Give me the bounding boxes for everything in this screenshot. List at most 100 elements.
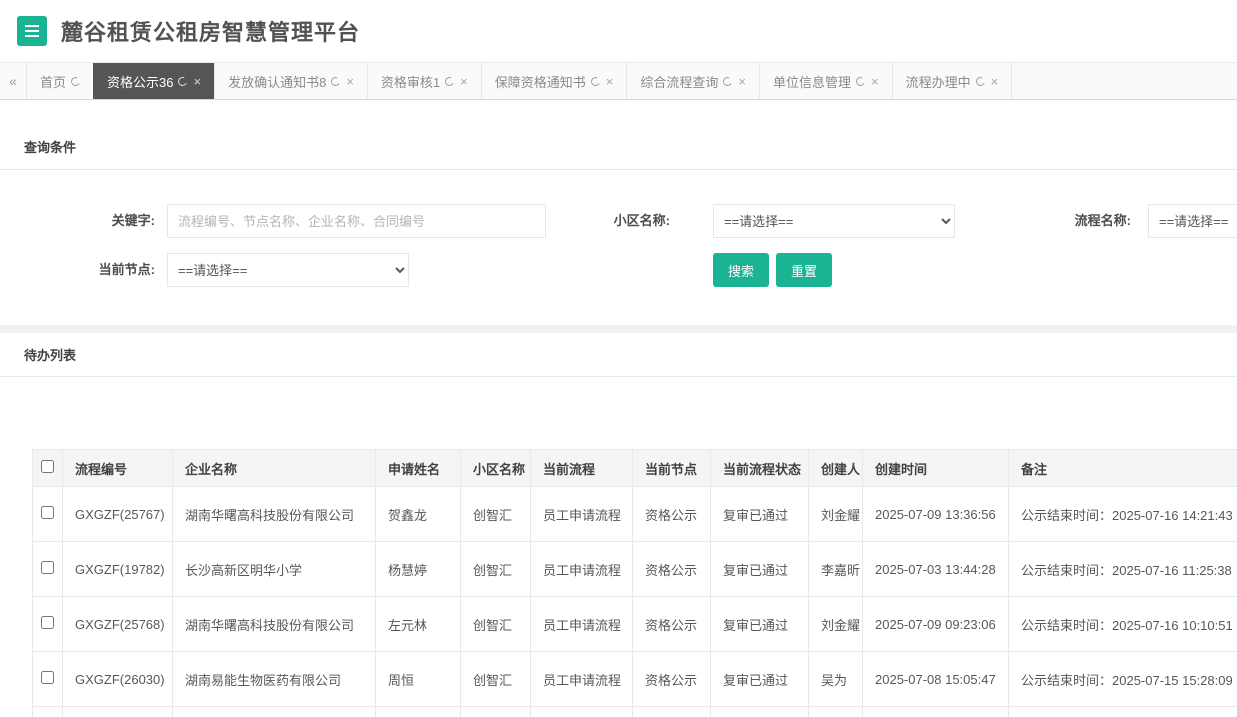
tab-label: 流程办理中	[905, 74, 971, 90]
cell-community-name: 创智汇	[460, 596, 531, 652]
tab-label: 资格审核1	[380, 74, 441, 90]
tab-item-5[interactable]: 综合流程查询 ×	[626, 63, 759, 99]
tab-refresh-icon[interactable]	[854, 75, 867, 87]
tab-refresh-icon[interactable]	[443, 75, 456, 87]
cell-creator: 刘金耀	[808, 486, 863, 542]
todo-table: 流程编号 企业名称 申请姓名 小区名称 当前流程 当前节点 当前流程状态 创建人 创建时间 备注 …	[32, 449, 1237, 717]
tab-close-icon[interactable]: ×	[346, 75, 354, 88]
cell-flow-status: 复审已通过	[710, 651, 809, 707]
tab-label: 保障资格通知书	[494, 74, 586, 90]
cell-company-name: 湖南华曙高科技股份有限公司	[172, 486, 376, 542]
table-row: GXGZF(19782) 长沙高新区明华小学 杨慧婷 创智汇 员工申请流程 资格公示 复审已…	[32, 541, 1237, 597]
cell-create-time: 2025-07-09 13:36:56	[862, 486, 1009, 542]
cell-current-node: 资格公示	[632, 486, 711, 542]
cell-company-name: 长沙高新区明华小学	[172, 541, 376, 597]
table-row: GXGZF(26030) 湖南易能生物医药有限公司 周恒 创智汇 员工申请流程 资格公示复…	[32, 651, 1237, 707]
panel-divider	[0, 325, 1237, 333]
tab-close-icon[interactable]: ×	[606, 75, 614, 88]
tab-item-3[interactable]: 资格审核1 ×	[366, 63, 481, 99]
tab-item-6[interactable]: 单位信息管理 ×	[758, 63, 892, 99]
tabs-scroll-left-icon[interactable]: «	[0, 63, 26, 99]
hamburger-menu-icon[interactable]	[17, 16, 47, 46]
tab-refresh-icon[interactable]	[177, 75, 189, 87]
tab-close-icon[interactable]: ×	[738, 75, 746, 88]
cell-create-time: 2025-07-09 09:23:06	[862, 596, 1009, 652]
cell-creator: 李嘉昕	[808, 541, 863, 597]
keyword-input[interactable]	[167, 204, 546, 238]
current-node-select[interactable]: ==请选择==	[167, 253, 409, 287]
tab-refresh-icon[interactable]	[69, 75, 82, 87]
select-all-checkbox[interactable]	[41, 460, 54, 473]
column-header-remark: 备注	[1008, 449, 1237, 487]
cell-remark: 公示结束时间：2025-07-15 15:28:09	[1008, 651, 1237, 707]
row-checkbox-cell	[32, 651, 63, 707]
cell-current-flow: 员工申请流程	[530, 486, 633, 542]
table-row: GXGZF(25768) 湖南华曙高科技股份有限公司 左元林 创智汇 员工申请流程 资格公…	[32, 596, 1237, 652]
column-header-current-flow: 当前流程	[530, 449, 633, 487]
table-row-partial	[32, 706, 1237, 717]
cell-current-node: 资格公示	[632, 651, 711, 707]
select-all-cell	[32, 449, 63, 487]
tab-refresh-icon[interactable]	[330, 75, 342, 87]
column-header-current-node: 当前节点	[632, 449, 711, 487]
tab-close-icon[interactable]: ×	[871, 75, 879, 88]
tabbar: « 首页 资格公示36 × 发放确认通知书8 × 资格审核1 × 保障资格通知书 × 综合流程查询…	[0, 62, 1237, 100]
cell-process-no: GXGZF(25768)	[62, 596, 173, 652]
column-header-process-no: 流程编号	[62, 449, 173, 487]
page: 麓谷租赁公租房智慧管理平台 « 首页 资格公示36 × 发放确认通知书8 × 资格审核1 ×…	[0, 0, 1237, 717]
tab-item-0[interactable]: 首页	[26, 63, 93, 99]
cell-applicant-name: 贺鑫龙	[375, 486, 461, 542]
row-checkbox-cell	[32, 486, 63, 542]
reset-button[interactable]: 重置	[776, 253, 833, 287]
row-checkbox[interactable]	[41, 616, 54, 629]
tab-label: 综合流程查询	[640, 74, 719, 90]
tabs: 首页 资格公示36 × 发放确认通知书8 × 资格审核1 × 保障资格通知书 × 综合流程查询 × 单…	[26, 63, 1013, 99]
tab-refresh-icon[interactable]	[974, 75, 986, 87]
tab-close-icon[interactable]: ×	[460, 75, 468, 88]
cell-process-no: GXGZF(25767)	[62, 486, 173, 542]
tab-item-2[interactable]: 发放确认通知书8 ×	[214, 63, 367, 99]
cell-company-name: 湖南易能生物医药有限公司	[172, 651, 376, 707]
row-checkbox[interactable]	[41, 506, 54, 519]
cell-remark: 公示结束时间：2025-07-16 14:21:43	[1008, 486, 1237, 542]
todo-section-title: 待办列表	[0, 333, 1237, 377]
column-header-applicant-name: 申请姓名	[375, 449, 461, 487]
row-checkbox-cell	[32, 541, 63, 597]
cell-creator: 吴为	[808, 651, 863, 707]
cell-current-flow: 员工申请流程	[530, 541, 633, 597]
cell-process-no: GXGZF(19782)	[62, 541, 173, 597]
flow-name-select[interactable]: ==请选择==	[1148, 204, 1237, 238]
app-header: 麓谷租赁公租房智慧管理平台	[0, 0, 1237, 62]
query-panel: 查询条件 关键字: 小区名称: ==请选择== 流程名称: ==请选择== 当前…	[0, 100, 1237, 325]
cell-create-time: 2025-07-03 13:44:28	[862, 541, 1009, 597]
community-select[interactable]: ==请选择==	[713, 204, 955, 238]
tab-item-1[interactable]: 资格公示36 ×	[93, 63, 215, 99]
row-checkbox[interactable]	[41, 561, 54, 574]
cell-company-name: 湖南华曙高科技股份有限公司	[172, 596, 376, 652]
row-checkbox[interactable]	[41, 671, 54, 684]
cell-remark: 公示结束时间：2025-07-16 11:25:38	[1008, 541, 1237, 597]
tab-refresh-icon[interactable]	[589, 75, 602, 87]
todo-panel: 待办列表 流程编号 企业名称 申请姓名 小区名称 当前流程 当前节点 当前流程状态 创建人 创建…	[0, 333, 1237, 717]
cell-community-name: 创智汇	[460, 486, 531, 542]
cell-applicant-name: 周恒	[375, 651, 461, 707]
cell-remark: 公示结束时间：2025-07-16 10:10:51	[1008, 596, 1237, 652]
community-label: 小区名称:	[613, 213, 670, 228]
tab-close-icon[interactable]: ×	[991, 75, 999, 88]
cell-applicant-name: 杨慧婷	[375, 541, 461, 597]
app-title: 麓谷租赁公租房智慧管理平台	[61, 20, 361, 45]
keyword-label: 关键字:	[111, 213, 155, 228]
tab-close-icon[interactable]: ×	[193, 75, 201, 88]
tab-item-7[interactable]: 流程办理中 ×	[891, 63, 1013, 99]
cell-current-node: 资格公示	[632, 541, 711, 597]
search-button[interactable]: 搜索	[713, 253, 770, 287]
table-header-row: 流程编号 企业名称 申请姓名 小区名称 当前流程 当前节点 当前流程状态 创建人 创建时间 备注	[32, 449, 1237, 487]
tab-label: 单位信息管理	[772, 74, 851, 90]
column-header-flow-status: 当前流程状态	[710, 449, 809, 487]
tab-item-4[interactable]: 保障资格通知书 ×	[480, 63, 627, 99]
table-row: GXGZF(25767) 湖南华曙高科技股份有限公司 贺鑫龙 创智汇 员工申请流程 资格公…	[32, 486, 1237, 542]
query-form: 关键字: 小区名称: ==请选择== 流程名称: ==请选择== 当前节点: =…	[0, 170, 1237, 325]
column-header-creator: 创建人	[808, 449, 863, 487]
tab-refresh-icon[interactable]	[722, 75, 734, 87]
cell-community-name: 创智汇	[460, 541, 531, 597]
